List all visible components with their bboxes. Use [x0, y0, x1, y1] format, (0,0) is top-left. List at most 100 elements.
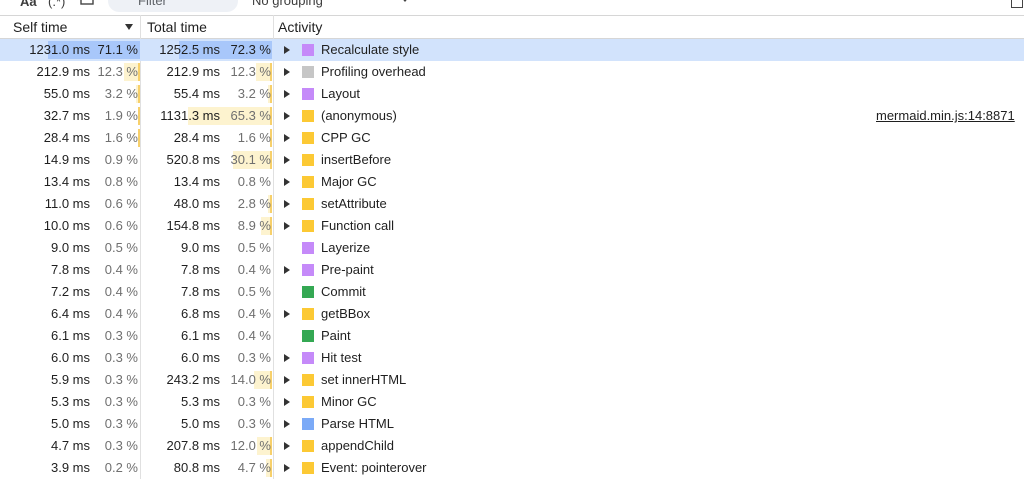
table-row[interactable]: 14.9 ms 0.9 % 520.8 ms 30.1 % insertBefore: [0, 149, 1024, 171]
total-time-percent: 30.1 %: [230, 152, 271, 167]
dock-icon[interactable]: [1011, 0, 1023, 8]
table-row[interactable]: 7.2 ms 0.4 % 7.8 ms 0.5 % Commit: [0, 281, 1024, 303]
column-total-time[interactable]: Total time: [147, 16, 207, 38]
expand-arrow-icon[interactable]: [284, 420, 290, 428]
table-row[interactable]: 6.4 ms 0.4 % 6.8 ms 0.4 % getBBox: [0, 303, 1024, 325]
self-time-percent: 0.9 %: [104, 152, 138, 167]
category-swatch-icon: [302, 110, 314, 122]
toolbar: Aa (.*) Filter No grouping: [0, 0, 1024, 15]
self-time-percent: 0.3 %: [104, 438, 138, 453]
filter-input[interactable]: Filter: [108, 0, 238, 12]
total-time-percent: 12.0 %: [230, 438, 271, 453]
table-row[interactable]: 4.7 ms 0.3 % 207.8 ms 12.0 % appendChild: [0, 435, 1024, 457]
activity-name: CPP GC: [321, 130, 371, 145]
activity-name: Commit: [321, 284, 366, 299]
expand-arrow-icon[interactable]: [284, 354, 290, 362]
self-time-percent: 0.3 %: [104, 350, 138, 365]
table-row[interactable]: 5.0 ms 0.3 % 5.0 ms 0.3 % Parse HTML: [0, 413, 1024, 435]
self-time-percent: 1.6 %: [104, 130, 138, 145]
category-swatch-icon: [302, 242, 314, 254]
expand-arrow-icon[interactable]: [284, 442, 290, 450]
table-row[interactable]: 5.3 ms 0.3 % 5.3 ms 0.3 % Minor GC: [0, 391, 1024, 413]
activity-name: Pre-paint: [321, 262, 374, 277]
activity-name: Major GC: [321, 174, 377, 189]
table-row[interactable]: 1231.0 ms 71.1 % 1252.5 ms 72.3 % Recalculat…: [0, 39, 1024, 61]
category-swatch-icon: [302, 176, 314, 188]
self-time-value: 9.0 ms: [50, 240, 90, 255]
expand-arrow-icon[interactable]: [284, 68, 290, 76]
total-time-percent: 0.3 %: [237, 394, 271, 409]
expand-arrow-icon[interactable]: [284, 310, 290, 318]
total-time-value: 48.0 ms: [173, 196, 220, 211]
expand-arrow-icon[interactable]: [284, 398, 290, 406]
category-swatch-icon: [302, 286, 314, 298]
self-time-percent: 12.3 %: [97, 64, 138, 79]
total-time-value: 243.2 ms: [166, 372, 220, 387]
match-case-toggle[interactable]: Aa: [20, 0, 37, 11]
table-row[interactable]: 5.9 ms 0.3 % 243.2 ms 14.0 % set innerHTML: [0, 369, 1024, 391]
expand-arrow-icon[interactable]: [284, 46, 290, 54]
table-row[interactable]: 9.0 ms 0.5 % 9.0 ms 0.5 % Layerize: [0, 237, 1024, 259]
total-time-value: 1252.5 ms: [159, 42, 220, 57]
chevron-down-icon[interactable]: [400, 0, 410, 2]
grouping-select[interactable]: No grouping: [252, 0, 323, 8]
category-swatch-icon: [302, 396, 314, 408]
expand-arrow-icon[interactable]: [284, 178, 290, 186]
self-time-value: 28.4 ms: [43, 130, 90, 145]
whole-word-icon[interactable]: [80, 0, 94, 11]
expand-arrow-icon[interactable]: [284, 90, 290, 98]
category-swatch-icon: [302, 198, 314, 210]
self-time-value: 1231.0 ms: [29, 42, 90, 57]
expand-arrow-icon[interactable]: [284, 134, 290, 142]
category-swatch-icon: [302, 220, 314, 232]
expand-arrow-icon[interactable]: [284, 200, 290, 208]
sort-descending-icon[interactable]: [125, 24, 133, 30]
expand-arrow-icon[interactable]: [284, 156, 290, 164]
expand-arrow-icon[interactable]: [284, 222, 290, 230]
category-swatch-icon: [302, 44, 314, 56]
category-swatch-icon: [302, 418, 314, 430]
table-row[interactable]: 32.7 ms 1.9 % 1131.3 ms 65.3 % (anonymous) me…: [0, 105, 1024, 127]
table-row[interactable]: 10.0 ms 0.6 % 154.8 ms 8.9 % Function call: [0, 215, 1024, 237]
column-activity[interactable]: Activity: [278, 16, 322, 38]
regex-toggle[interactable]: (.*): [48, 0, 65, 11]
total-time-percent: 0.4 %: [237, 262, 271, 277]
activity-name: setAttribute: [321, 196, 387, 211]
self-time-value: 55.0 ms: [43, 86, 90, 101]
self-time-value: 6.0 ms: [50, 350, 90, 365]
table-row[interactable]: 3.9 ms 0.2 % 80.8 ms 4.7 % Event: pointerove…: [0, 457, 1024, 479]
table-row[interactable]: 6.1 ms 0.3 % 6.1 ms 0.4 % Paint: [0, 325, 1024, 347]
self-time-value: 5.3 ms: [50, 394, 90, 409]
total-time-percent: 65.3 %: [230, 108, 271, 123]
table-row[interactable]: 7.8 ms 0.4 % 7.8 ms 0.4 % Pre-paint: [0, 259, 1024, 281]
activity-name: Hit test: [321, 350, 362, 365]
column-self-time[interactable]: Self time: [13, 16, 67, 38]
self-time-percent: 0.6 %: [104, 196, 138, 211]
expand-arrow-icon[interactable]: [284, 266, 290, 274]
table-row[interactable]: 6.0 ms 0.3 % 6.0 ms 0.3 % Hit test: [0, 347, 1024, 369]
table-row[interactable]: 13.4 ms 0.8 % 13.4 ms 0.8 % Major GC: [0, 171, 1024, 193]
source-link[interactable]: mermaid.min.js:14:8871: [876, 105, 1015, 127]
table-row[interactable]: 212.9 ms 12.3 % 212.9 ms 12.3 % Profiling ov…: [0, 61, 1024, 83]
expand-arrow-icon[interactable]: [284, 112, 290, 120]
total-time-value: 520.8 ms: [166, 152, 220, 167]
self-time-value: 3.9 ms: [50, 460, 90, 475]
total-time-percent: 1.6 %: [237, 130, 271, 145]
bottom-up-table: 1231.0 ms 71.1 % 1252.5 ms 72.3 % Recalculat…: [0, 39, 1024, 479]
total-time-value: 28.4 ms: [173, 130, 220, 145]
category-swatch-icon: [302, 330, 314, 342]
total-time-value: 9.0 ms: [180, 240, 220, 255]
self-time-value: 32.7 ms: [43, 108, 90, 123]
self-time-percent: 3.2 %: [104, 86, 138, 101]
expand-arrow-icon[interactable]: [284, 376, 290, 384]
self-time-percent: 0.4 %: [104, 262, 138, 277]
category-swatch-icon: [302, 374, 314, 386]
self-time-percent: 0.4 %: [104, 306, 138, 321]
table-row[interactable]: 55.0 ms 3.2 % 55.4 ms 3.2 % Layout: [0, 83, 1024, 105]
table-row[interactable]: 28.4 ms 1.6 % 28.4 ms 1.6 % CPP GC: [0, 127, 1024, 149]
total-time-percent: 72.3 %: [230, 42, 271, 57]
table-row[interactable]: 11.0 ms 0.6 % 48.0 ms 2.8 % setAttribute: [0, 193, 1024, 215]
category-swatch-icon: [302, 352, 314, 364]
expand-arrow-icon[interactable]: [284, 464, 290, 472]
total-time-value: 6.1 ms: [180, 328, 220, 343]
